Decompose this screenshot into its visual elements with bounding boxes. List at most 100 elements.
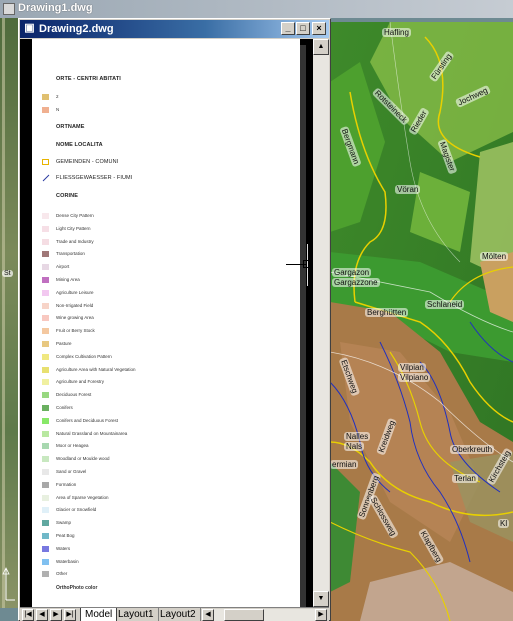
legend-item-label: Other — [56, 571, 68, 576]
legend-swatch — [42, 520, 49, 526]
legend-swatch-gemeinden — [42, 159, 49, 165]
close-button[interactable]: × — [312, 22, 326, 35]
map-label-hafling: Hafling — [382, 28, 411, 37]
map-label-nalles: Nalles — [344, 432, 371, 441]
legend-swatch — [42, 443, 49, 449]
back-window-titlebar[interactable]: Drawing1.dwg — [0, 0, 513, 18]
legend-item-label: Deciduous Forest — [56, 392, 92, 397]
legend-item-label: N — [56, 107, 60, 112]
maximize-button[interactable]: □ — [296, 22, 310, 35]
map-label-schlaneid: Schlaneid — [425, 300, 465, 309]
legend-footer: OrthoPhoto color — [56, 585, 98, 591]
legend-swatch — [42, 277, 49, 283]
legend-swatch — [42, 328, 49, 334]
legend-swatch — [42, 507, 49, 513]
legend-swatch — [42, 290, 49, 296]
scroll-down-button[interactable]: ▼ — [313, 591, 329, 607]
legend-swatch — [42, 264, 49, 270]
legend-item-label: Mining Area — [56, 277, 80, 282]
tab-model[interactable]: Model — [80, 608, 118, 621]
legend-swatch — [42, 482, 49, 488]
legend-swatch — [42, 533, 49, 539]
prev-tab-button[interactable]: ◀ — [36, 609, 48, 621]
minimize-button[interactable]: _ — [281, 22, 295, 35]
layout-viewport[interactable]: ORTE - CENTRI ABITATI 2 N ORTNAME NOME L… — [20, 39, 313, 607]
legend-item-label: 2 — [56, 94, 59, 99]
scroll-thumb[interactable] — [224, 609, 264, 621]
legend-fliess-label: FLIESSGEWAESSER - FIUMI — [56, 175, 133, 181]
legend-item-label: Light City Pattern — [56, 226, 91, 231]
legend-item-label: Swamp — [56, 520, 72, 525]
map-label-nals: Nals — [344, 442, 365, 451]
tab-layout2[interactable]: Layout2 — [156, 608, 201, 621]
map-label-vilpian: Vilpian — [398, 363, 426, 372]
legend-item-label: Transportation — [56, 251, 85, 256]
legend-gemeinden-label: GEMEINDEN - COMUNI — [56, 159, 119, 165]
legend-swatch — [42, 405, 49, 411]
tab-layout1[interactable]: Layout1 — [114, 608, 159, 621]
scroll-left-button[interactable]: ◀ — [202, 609, 214, 621]
map-label-kl: Kl — [498, 519, 510, 528]
legend-item-label: Agriculture Area with Natural Vegetation — [56, 367, 136, 372]
legend-swatch — [42, 546, 49, 552]
map-label-voran: Vöran — [395, 185, 421, 194]
legend-item-label: Wine growing Area — [56, 315, 94, 320]
scroll-up-button[interactable]: ▲ — [313, 39, 329, 55]
map-label-vilpiano: Vilpiano — [398, 373, 431, 382]
legend-swatch — [42, 495, 49, 501]
legend-item-label: Conifers — [56, 405, 73, 410]
legend-corine-title: CORINE — [56, 193, 78, 199]
pickbox-icon — [303, 260, 311, 268]
legend-swatch — [42, 226, 49, 232]
legend-swatch — [42, 392, 49, 398]
map-label-berghuetten: Berghütten — [365, 308, 409, 317]
legend-swatch — [42, 431, 49, 437]
river-symbol-icon — [42, 174, 50, 182]
window-title: Drawing2.dwg — [39, 23, 114, 35]
legend-swatch — [42, 315, 49, 321]
horizontal-scrollbar[interactable]: ◀ ▶ — [202, 609, 327, 621]
drawing-icon — [3, 3, 15, 15]
layout-tabs-bar: |◀ ◀ ▶ ▶| Model Layout1 Layout2 ◀ ▶ — [20, 607, 329, 621]
legend-swatch — [42, 367, 49, 373]
legend-item-label: Complex Cultivation Pattern — [56, 354, 112, 359]
legend-section-nome-title: NOME LOCALITA — [56, 142, 103, 148]
legend-item-label: Fruit or Berry Stock — [56, 328, 95, 333]
legend-swatch — [42, 418, 49, 424]
legend-section-orte-title: ORTE - CENTRI ABITATI — [56, 76, 121, 82]
scroll-right-button[interactable]: ▶ — [315, 609, 327, 621]
legend-item-label: Glacier or Snowfield — [56, 507, 97, 512]
map-label-molten: Mölten — [480, 252, 509, 261]
vertical-scrollbar[interactable]: ▲ ▼ — [313, 39, 329, 607]
legend-swatch — [42, 559, 49, 565]
map-label-oberkreuth: Oberkreuth — [450, 445, 495, 454]
ucs-icon — [2, 567, 15, 601]
legend-item-label: Non-Irrigated Field — [56, 303, 94, 308]
legend-swatch — [42, 303, 49, 309]
map-label-st: St — [2, 270, 13, 277]
legend-swatch — [42, 341, 49, 347]
map-label-gargazon: Gargazon — [332, 268, 372, 277]
drawing2-titlebar[interactable]: ▣ Drawing2.dwg _ □ × — [20, 20, 329, 38]
last-tab-button[interactable]: ▶| — [64, 609, 76, 621]
legend-item-label: Peat Bog — [56, 533, 75, 538]
first-tab-button[interactable]: |◀ — [22, 609, 34, 621]
legend-item-label: Agriculture Leisure — [56, 290, 94, 295]
desktop: Hafling Fürsting Rotsteineck Jochweg Rie… — [0, 0, 513, 621]
legend-item-label: Agriculture and Forestry — [56, 379, 105, 384]
legend-swatch — [42, 213, 49, 219]
legend-swatch — [42, 354, 49, 360]
map-viewport[interactable]: Hafling Fürsting Rotsteineck Jochweg Rie… — [330, 22, 513, 621]
legend-item-label: Waterbasin — [56, 559, 79, 564]
legend-item-label: Conifers and Deciduous Forest — [56, 418, 119, 423]
legend-item-label: Dense City Pattern — [56, 213, 94, 218]
next-tab-button[interactable]: ▶ — [50, 609, 62, 621]
legend-item-label: Moor or Heagea — [56, 443, 89, 448]
legend-item-label: Formation — [56, 482, 77, 487]
map-label-terlan: Terlan — [452, 474, 478, 483]
legend-item-label: Area of Sparse Vegetation — [56, 495, 109, 500]
legend-sheet: ORTE - CENTRI ABITATI 2 N ORTNAME NOME L… — [32, 39, 306, 607]
legend-section-ortname-title: ORTNAME — [56, 124, 85, 130]
legend-item-label: Trade and Industry — [56, 239, 94, 244]
drawing2-window: ▣ Drawing2.dwg _ □ × ORTE - CENTRI ABITA… — [18, 18, 331, 621]
